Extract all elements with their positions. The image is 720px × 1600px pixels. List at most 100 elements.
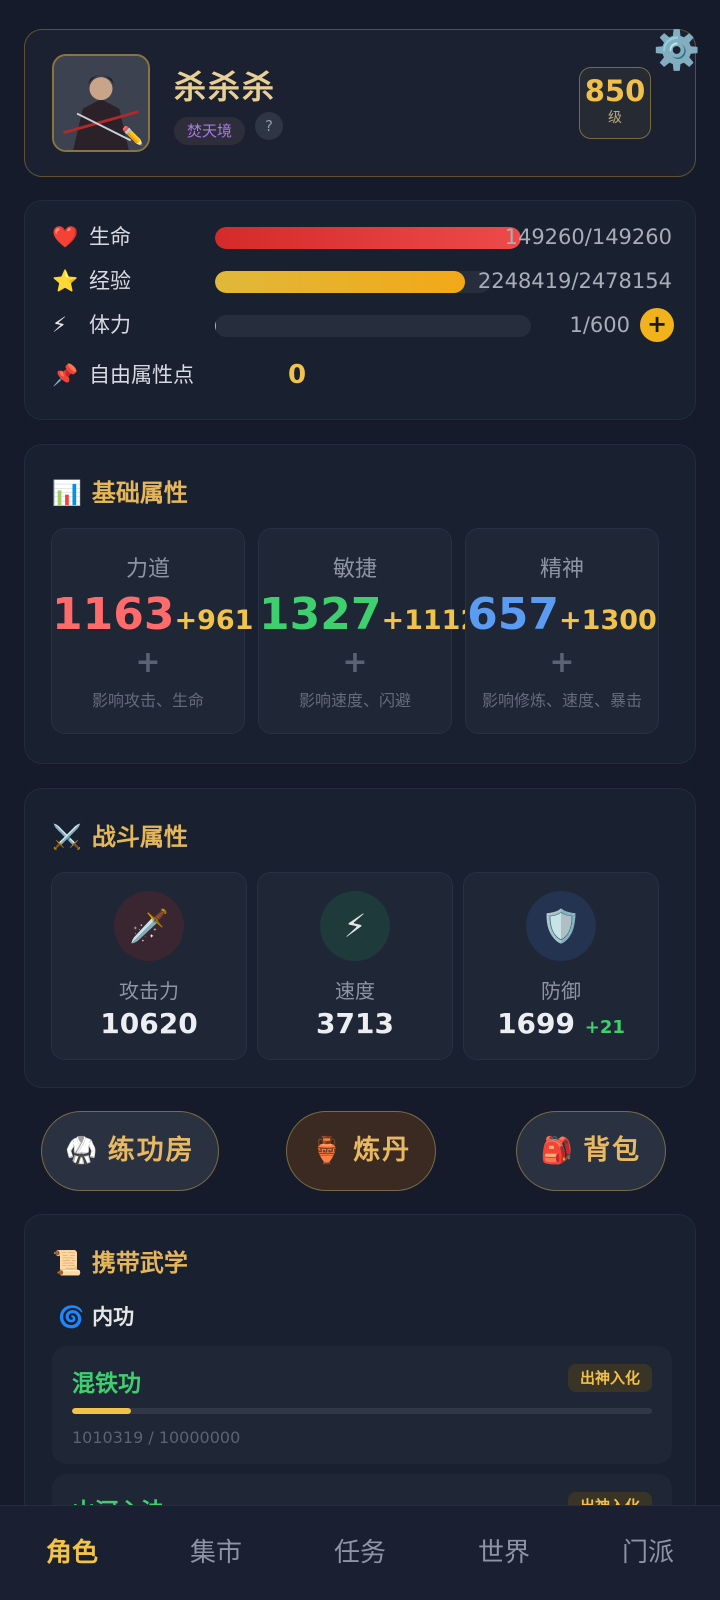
stamina-row: ⚡ 体力 1/600 + bbox=[52, 308, 674, 342]
combat-attributes-card: ⚔️ 战斗属性 🗡️ 攻击力 10620 ⚡ 速度 3713 🛡️ 防御 1699… bbox=[24, 788, 696, 1088]
equipped-skills-title: 📜 携带武学 bbox=[52, 1243, 188, 1278]
nav-tab-world[interactable]: 世界 bbox=[432, 1506, 576, 1600]
attr-desc: 影响修炼、速度、暴击 bbox=[481, 691, 642, 710]
hp-bar bbox=[215, 227, 521, 249]
inner-skill-heading: 🌀 内功 bbox=[58, 1301, 134, 1331]
free-points-label: 自由属性点 bbox=[89, 363, 194, 387]
exp-bar-fill bbox=[215, 271, 466, 293]
exp-label: 经验 bbox=[89, 269, 131, 293]
attr-agility: 敏捷 1327+1112 + 影响速度、闪避 bbox=[258, 528, 479, 734]
lightning-icon: ⚡ bbox=[320, 891, 390, 961]
inner-skill-heading-text: 内功 bbox=[92, 1305, 135, 1329]
heart-icon: ❤️ bbox=[52, 225, 79, 249]
settings-gear-icon[interactable]: ⚙️ bbox=[653, 28, 700, 73]
combat-stat-bonus: +21 bbox=[584, 1017, 625, 1038]
scroll-icon: 📜 bbox=[52, 1249, 82, 1277]
hp-bar-fill bbox=[215, 227, 521, 249]
avatar[interactable]: ✏️ bbox=[52, 54, 150, 152]
backpack-label: 背包 bbox=[583, 1135, 642, 1166]
realm-badge: 焚天境 bbox=[174, 117, 246, 145]
attr-bonus: +1300 bbox=[559, 605, 657, 636]
stamina-value: 1/600 bbox=[569, 313, 630, 337]
combat-stat-value-group: 10620 bbox=[52, 1007, 246, 1040]
profile-card: ✏️ 杀杀杀 焚天境 ? 850 级 ⚙️ bbox=[24, 28, 700, 177]
pushpin-icon: 📌 bbox=[52, 363, 79, 387]
attr-spirit: 精神 657+1300 + 影响修炼、速度、暴击 bbox=[465, 528, 659, 734]
level-value: 850 bbox=[584, 74, 646, 108]
realm-help-button[interactable]: ? bbox=[255, 112, 283, 140]
base-attributes-title: 📊 基础属性 bbox=[52, 473, 188, 508]
edit-avatar-icon[interactable]: ✏️ bbox=[122, 128, 144, 146]
alchemy-button[interactable]: 🏺 炼丹 bbox=[286, 1111, 436, 1191]
exp-value: 2248419/2478154 bbox=[477, 269, 672, 293]
attr-strength: 力道 1163+961 + 影响攻击、生命 bbox=[51, 528, 253, 734]
stamina-label: 体力 bbox=[89, 313, 131, 337]
combat-attributes-title: ⚔️ 战斗属性 bbox=[52, 817, 188, 852]
stamina-bar bbox=[215, 315, 531, 337]
training-room-label: 练功房 bbox=[107, 1135, 195, 1166]
attr-bonus: +961 bbox=[174, 605, 254, 636]
attr-desc: 影响攻击、生命 bbox=[91, 691, 204, 710]
add-agility-button[interactable]: + bbox=[259, 645, 451, 680]
combat-stat-value-group: 3713 bbox=[258, 1007, 452, 1040]
training-room-button[interactable]: 🥋 练功房 bbox=[41, 1111, 219, 1191]
attr-value: 1327 bbox=[259, 589, 382, 640]
skill-progress-fill bbox=[72, 1408, 131, 1414]
amphora-icon: 🏺 bbox=[310, 1136, 344, 1166]
base-attributes-card: 📊 基础属性 力道 1163+961 + 影响攻击、生命 敏捷 1327+1112… bbox=[24, 444, 696, 764]
combat-attack: 🗡️ 攻击力 10620 bbox=[51, 872, 247, 1060]
backpack-icon: 🎒 bbox=[540, 1136, 574, 1166]
attr-value: 1163 bbox=[52, 589, 175, 640]
hp-label: 生命 bbox=[89, 225, 131, 249]
combat-stat-name: 攻击力 bbox=[119, 979, 179, 1003]
hp-row: ❤️ 生命 149260/149260 bbox=[52, 223, 672, 253]
dagger-icon: 🗡️ bbox=[114, 891, 184, 961]
bar-chart-icon: 📊 bbox=[52, 479, 82, 507]
lightning-icon: ⚡ bbox=[52, 313, 67, 337]
backpack-button[interactable]: 🎒 背包 bbox=[516, 1111, 666, 1191]
cyclone-icon: 🌀 bbox=[58, 1305, 85, 1329]
skill-name: 混铁功 bbox=[72, 1371, 141, 1397]
martial-arts-uniform-icon: 🥋 bbox=[65, 1136, 98, 1166]
nav-tab-market[interactable]: 集市 bbox=[144, 1506, 288, 1600]
star-icon: ⭐ bbox=[52, 269, 79, 293]
attr-name: 精神 bbox=[539, 557, 584, 582]
skill-rank-badge: 出神入化 bbox=[567, 1364, 652, 1392]
level-unit: 级 bbox=[608, 110, 622, 126]
exp-row: ⭐ 经验 2248419/2478154 bbox=[52, 267, 672, 297]
add-stamina-button[interactable]: + bbox=[640, 308, 674, 342]
combat-stat-name: 速度 bbox=[335, 979, 375, 1003]
attr-value-group: 657+1300 bbox=[466, 589, 658, 640]
add-spirit-button[interactable]: + bbox=[466, 645, 658, 680]
combat-speed: ⚡ 速度 3713 bbox=[257, 872, 453, 1060]
nav-tab-sect[interactable]: 门派 bbox=[576, 1506, 720, 1600]
exp-bar bbox=[215, 271, 491, 293]
attr-value-group: 1163+961 bbox=[52, 589, 253, 640]
free-points-value: 0 bbox=[288, 360, 307, 390]
add-strength-button[interactable]: + bbox=[52, 645, 244, 680]
player-name: 杀杀杀 bbox=[174, 68, 277, 106]
skill-item[interactable]: 混铁功 出神入化 1010319 / 10000000 bbox=[52, 1346, 672, 1464]
shield-icon: 🛡️ bbox=[526, 891, 596, 961]
base-attributes-title-text: 基础属性 bbox=[91, 479, 188, 507]
skill-progress-bar bbox=[72, 1408, 652, 1414]
attr-value-group: 1327+1112 bbox=[259, 589, 479, 640]
bottom-nav: 角色 集市 任务 世界 门派 bbox=[0, 1505, 720, 1600]
alchemy-label: 炼丹 bbox=[353, 1135, 412, 1166]
nav-tab-character[interactable]: 角色 bbox=[0, 1506, 144, 1600]
free-points-row: 📌 自由属性点 0 bbox=[52, 361, 672, 391]
nav-tab-quests[interactable]: 任务 bbox=[288, 1506, 432, 1600]
skill-progress-text: 1010319 / 10000000 bbox=[72, 1428, 241, 1447]
attr-desc: 影响速度、闪避 bbox=[298, 691, 411, 710]
attr-value: 657 bbox=[467, 589, 560, 640]
vital-stats-card: ❤️ 生命 149260/149260 ⭐ 经验 2248419/2478154… bbox=[24, 200, 696, 420]
crossed-swords-icon: ⚔️ bbox=[52, 823, 82, 851]
attr-name: 敏捷 bbox=[332, 557, 377, 582]
combat-stat-value: 10620 bbox=[100, 1007, 198, 1040]
combat-stat-value: 1699 bbox=[497, 1007, 576, 1040]
attr-name: 力道 bbox=[125, 557, 170, 582]
hp-value: 149260/149260 bbox=[504, 225, 672, 249]
level-badge: 850 级 bbox=[579, 67, 651, 139]
stamina-bar-fill bbox=[215, 315, 216, 337]
combat-defense: 🛡️ 防御 1699 +21 bbox=[463, 872, 659, 1060]
